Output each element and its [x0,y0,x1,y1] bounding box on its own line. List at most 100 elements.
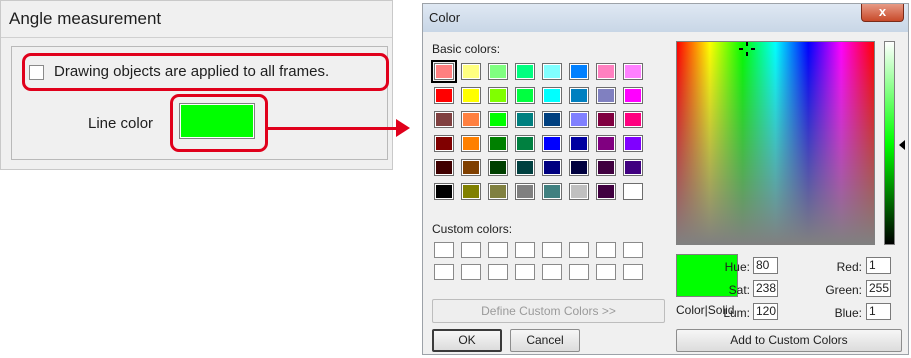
panel-title: Angle measurement [9,9,162,28]
basic-color-swatch[interactable] [434,159,454,176]
basic-color-swatch[interactable] [569,183,589,200]
luminosity-slider-arrow-icon[interactable] [899,140,905,150]
basic-color-swatch[interactable] [623,159,643,176]
basic-color-swatch[interactable] [623,183,643,200]
lum-label: Lum: [723,306,750,320]
close-button[interactable]: x [861,4,904,22]
basic-color-swatch[interactable] [596,159,616,176]
basic-color-swatch[interactable] [488,87,508,104]
arrow-shaft [268,127,396,130]
custom-color-swatch[interactable] [596,242,616,258]
green-label: Green: [825,283,862,297]
custom-color-swatch[interactable] [488,264,508,280]
basic-color-swatch[interactable] [488,183,508,200]
basic-color-swatch[interactable] [542,135,562,152]
custom-color-swatch[interactable] [623,242,643,258]
define-custom-colors-button[interactable]: Define Custom Colors >> [432,299,665,323]
basic-color-swatch[interactable] [542,183,562,200]
custom-color-swatch[interactable] [434,242,454,258]
basic-color-swatch[interactable] [569,63,589,80]
basic-color-swatch[interactable] [461,159,481,176]
checkbox-highlight [22,53,389,91]
dialog-title: Color [429,10,461,25]
basic-colors-grid [431,60,648,203]
custom-color-swatch[interactable] [515,264,535,280]
custom-color-swatch[interactable] [623,264,643,280]
basic-color-swatch[interactable] [569,87,589,104]
blue-field[interactable]: 1 [866,303,891,320]
basic-color-swatch[interactable] [461,183,481,200]
basic-color-swatch[interactable] [431,60,457,83]
sat-label: Sat: [728,283,750,297]
basic-color-swatch[interactable] [515,87,535,104]
sat-field[interactable]: 238 [753,280,778,297]
custom-colors-label: Custom colors: [432,222,513,236]
custom-color-swatch[interactable] [434,264,454,280]
basic-color-swatch[interactable] [461,63,481,80]
custom-color-swatch[interactable] [569,242,589,258]
basic-color-swatch[interactable] [461,111,481,128]
basic-color-swatch[interactable] [569,135,589,152]
basic-color-swatch[interactable] [434,183,454,200]
close-icon: x [878,4,887,19]
basic-color-swatch[interactable] [623,111,643,128]
basic-color-swatch[interactable] [596,135,616,152]
custom-color-swatch[interactable] [515,242,535,258]
add-to-custom-colors-button[interactable]: Add to Custom Colors [676,329,902,352]
basic-color-swatch[interactable] [488,135,508,152]
custom-color-swatch[interactable] [461,242,481,258]
custom-color-swatch[interactable] [488,242,508,258]
basic-color-swatch[interactable] [596,63,616,80]
basic-color-swatch[interactable] [515,183,535,200]
line-color-label: Line color [88,115,154,132]
arrow-head-icon [396,119,410,137]
basic-color-swatch[interactable] [542,159,562,176]
basic-color-swatch[interactable] [596,183,616,200]
basic-color-swatch[interactable] [542,87,562,104]
custom-color-swatch[interactable] [596,264,616,280]
basic-color-swatch[interactable] [515,159,535,176]
basic-color-swatch[interactable] [623,87,643,104]
red-field[interactable]: 1 [866,257,891,274]
basic-colors-label: Basic colors: [432,42,501,56]
basic-color-swatch[interactable] [515,135,535,152]
lum-field[interactable]: 120 [753,303,778,320]
dialog-titlebar: Color x [423,4,908,32]
basic-color-swatch[interactable] [461,135,481,152]
basic-color-swatch[interactable] [596,87,616,104]
cancel-button[interactable]: Cancel [510,329,580,352]
luminosity-bar[interactable] [884,41,895,245]
basic-color-swatch[interactable] [488,63,508,80]
basic-color-swatch[interactable] [434,135,454,152]
basic-color-swatch[interactable] [542,111,562,128]
title-divider [1,37,392,38]
basic-color-swatch[interactable] [596,111,616,128]
green-field[interactable]: 255 [866,280,891,297]
basic-color-swatch[interactable] [569,111,589,128]
custom-color-swatch[interactable] [461,264,481,280]
basic-color-swatch[interactable] [515,111,535,128]
blue-label: Blue: [834,306,862,320]
screenshot-stage: Angle measurement Drawing objects are ap… [0,0,911,358]
custom-color-swatch[interactable] [569,264,589,280]
ok-button[interactable]: OK [432,329,502,352]
crosshair-icon [739,42,755,56]
basic-color-swatch[interactable] [623,135,643,152]
red-label: Red: [836,260,862,274]
basic-color-swatch[interactable] [488,159,508,176]
basic-color-swatch[interactable] [434,87,454,104]
basic-color-swatch[interactable] [515,63,535,80]
color-dialog: Color x Basic colors: Custom colors: Def… [422,3,909,355]
hue-field[interactable]: 80 [753,257,778,274]
basic-color-swatch[interactable] [434,111,454,128]
hue-label: Hue: [724,260,750,274]
basic-color-swatch[interactable] [542,63,562,80]
basic-color-swatch[interactable] [488,111,508,128]
basic-color-swatch[interactable] [569,159,589,176]
color-spectrum[interactable] [676,41,875,245]
basic-color-swatch[interactable] [623,63,643,80]
basic-color-swatch[interactable] [461,87,481,104]
custom-color-swatch[interactable] [542,242,562,258]
custom-color-swatch[interactable] [542,264,562,280]
custom-colors-grid [432,242,648,284]
